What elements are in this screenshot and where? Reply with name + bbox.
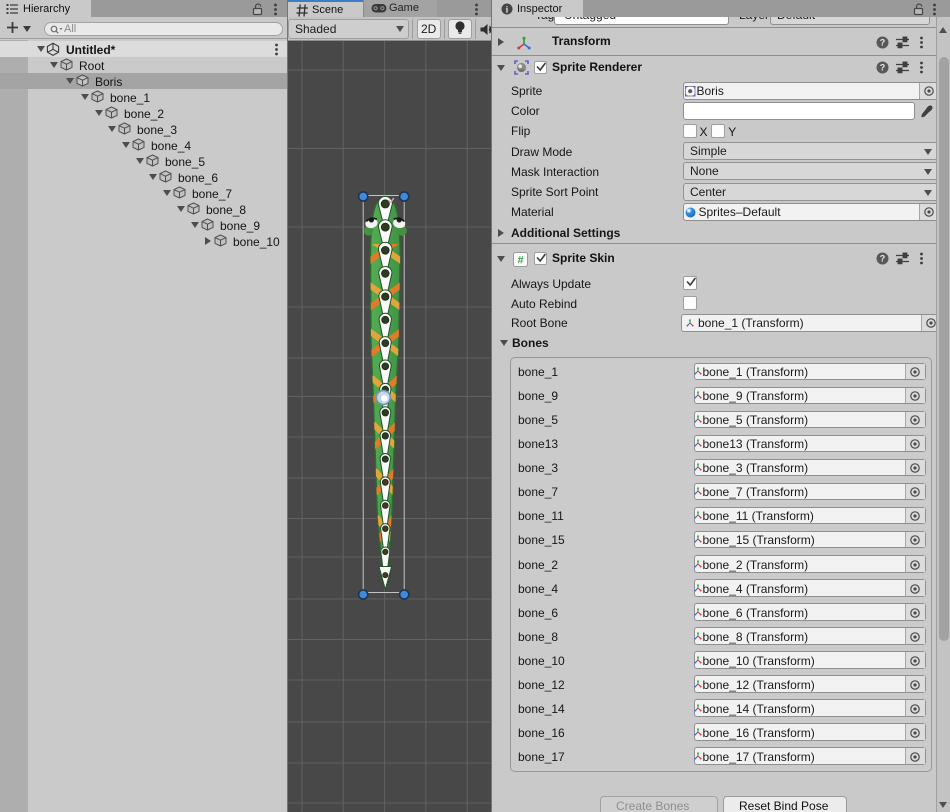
svg-text:?: ? (880, 63, 886, 73)
svg-text:?: ? (880, 254, 886, 264)
svg-text:?: ? (880, 37, 886, 47)
svg-text:i: i (506, 5, 509, 15)
svg-text:#: # (517, 254, 523, 266)
